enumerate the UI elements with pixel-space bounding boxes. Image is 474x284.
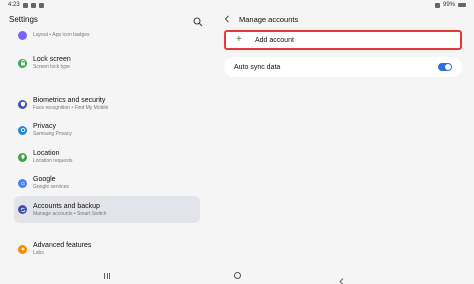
settings-item-label: Biometrics and security <box>33 97 106 104</box>
manage-accounts-pane: Manage accounts + Add account Auto sync … <box>214 10 474 268</box>
settings-item-biometrics[interactable]: Biometrics and security Face recognition… <box>14 95 200 113</box>
settings-item-subtitle: Manage accounts • Smart Switch <box>33 210 107 217</box>
settings-item-subtitle: Layout • App icon badges <box>33 31 90 38</box>
location-pin-icon <box>18 152 27 162</box>
nav-back-button[interactable] <box>339 272 346 284</box>
auto-sync-toggle[interactable] <box>438 63 452 71</box>
manage-accounts-header: Manage accounts <box>214 10 474 28</box>
settings-item-home-screen[interactable]: Layout • App icon badges <box>14 30 200 40</box>
settings-item-subtitle: Face recognition • Find My Mobile <box>33 105 109 111</box>
auto-sync-row[interactable]: Auto sync data <box>224 57 462 77</box>
settings-item-subtitle: Location requests <box>33 158 73 164</box>
privacy-icon <box>18 125 27 135</box>
recents-button[interactable] <box>103 273 111 279</box>
settings-item-google[interactable]: G Google Google services <box>14 174 200 192</box>
settings-item-subtitle: Samsung Privacy <box>33 131 72 137</box>
advanced-features-icon <box>18 244 27 254</box>
auto-sync-label: Auto sync data <box>234 63 281 71</box>
settings-item-lock-screen[interactable]: Lock screen Screen lock type <box>14 54 200 72</box>
settings-item-accounts-and-backup[interactable]: Accounts and backup Manage accounts • Sm… <box>14 196 200 223</box>
lock-icon <box>18 58 27 68</box>
navbar-left <box>0 268 214 284</box>
google-icon: G <box>18 178 27 188</box>
battery-percent: 99% <box>442 2 455 8</box>
settings-item-location[interactable]: Location Location requests <box>14 148 200 166</box>
add-account-label: Add account <box>255 36 294 44</box>
home-button[interactable] <box>234 272 241 279</box>
sync-icon <box>18 205 27 214</box>
page-title: Manage accounts <box>239 14 299 24</box>
settings-item-label: Lock screen <box>33 56 71 63</box>
navbar-right <box>214 268 474 284</box>
settings-item-subtitle: Google services <box>33 184 69 190</box>
status-bar: 4:23 99% <box>0 0 474 10</box>
plus-icon: + <box>236 34 242 45</box>
svg-text:G: G <box>21 181 25 186</box>
shield-icon <box>18 99 27 109</box>
gallery-notification-icon <box>38 2 44 8</box>
settings-item-label: Accounts and backup <box>33 202 100 210</box>
settings-pane: Settings Layout • App icon badges Lock s… <box>0 10 214 268</box>
settings-item-subtitle: Screen lock type <box>33 64 70 70</box>
home-screen-icon <box>18 30 27 40</box>
settings-header: Settings <box>0 10 214 28</box>
settings-notification-icon <box>22 2 28 8</box>
toggle-knob <box>445 64 451 70</box>
settings-item-label: Location <box>33 150 60 157</box>
settings-item-label: Google <box>33 176 56 183</box>
wifi-icon <box>434 2 440 8</box>
settings-title: Settings <box>9 14 38 24</box>
settings-item-privacy[interactable]: Privacy Samsung Privacy <box>14 121 200 139</box>
settings-item-label: Privacy <box>33 123 56 130</box>
settings-item-advanced-features[interactable]: Advanced features Labs <box>14 240 200 258</box>
settings-item-label: Advanced features <box>33 242 92 249</box>
settings-item-subtitle: Labs <box>33 250 44 256</box>
back-arrow-icon[interactable] <box>222 14 232 24</box>
search-icon[interactable] <box>193 14 203 27</box>
status-time: 4:23 <box>8 2 20 8</box>
cast-notification-icon <box>30 2 36 8</box>
battery-icon <box>458 3 466 7</box>
add-account-button[interactable]: + Add account <box>224 30 462 50</box>
